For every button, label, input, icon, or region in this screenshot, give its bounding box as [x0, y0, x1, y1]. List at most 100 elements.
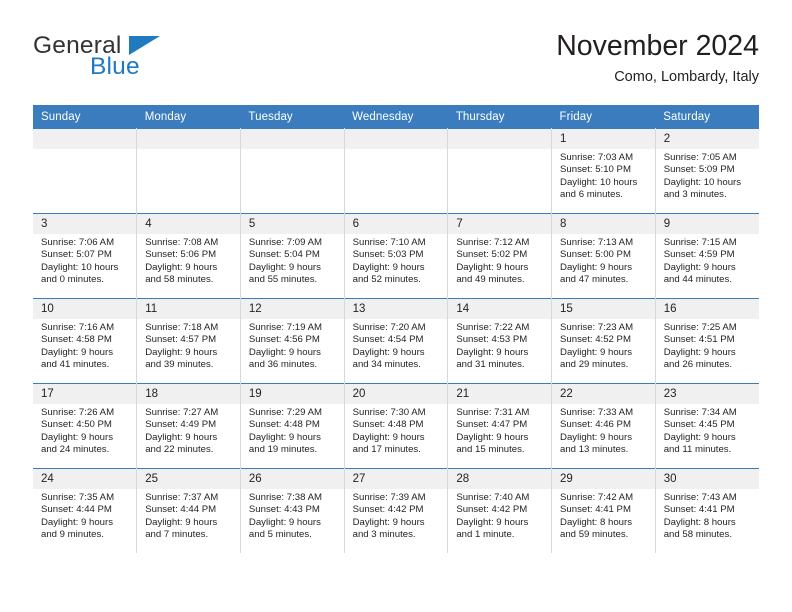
day-detail-line: and 1 minute.	[456, 528, 515, 540]
calendar-day-cell[interactable]: 1 Sunrise: 7:03 AM Sunset: 5:10 PM Daylight…	[551, 128, 656, 214]
calendar-day-cell[interactable]: 4 Sunrise: 7:08 AM Sunset: 5:06 PM Daylight…	[136, 213, 241, 299]
day-detail-line: Sunset: 4:48 PM	[248, 419, 320, 431]
day-details: Sunrise: 7:05 AM Sunset: 5:09 PM Daylight:…	[656, 149, 759, 201]
day-details: Sunrise: 7:25 AM Sunset: 4:51 PM Daylight:…	[656, 319, 759, 371]
day-detail-line: and 5 minutes.	[248, 528, 312, 540]
day-detail-line: Sunrise: 7:09 AM	[248, 237, 322, 248]
calendar-day-cell[interactable]: 17 Sunrise: 7:26 AM Sunset: 4:50 PM Dayligh…	[33, 383, 138, 469]
calendar-day-cell[interactable]: 22 Sunrise: 7:33 AM Sunset: 4:46 PM Dayligh…	[551, 383, 656, 469]
day-number	[137, 129, 240, 149]
calendar-day-cell[interactable]: 7 Sunrise: 7:12 AM Sunset: 5:02 PM Daylight…	[447, 213, 553, 299]
calendar-day-cell[interactable]: 14 Sunrise: 7:22 AM Sunset: 4:53 PM Dayligh…	[447, 298, 553, 384]
day-detail-line: and 24 minutes.	[41, 443, 110, 455]
day-detail-line: Daylight: 9 hours	[41, 431, 113, 443]
day-detail-line: and 55 minutes.	[248, 273, 318, 285]
general-blue-logo[interactable]: General Blue	[33, 32, 243, 88]
day-number: 26	[240, 469, 344, 489]
calendar-day-cell[interactable]: 20 Sunrise: 7:30 AM Sunset: 4:48 PM Dayligh…	[344, 383, 449, 469]
calendar-week-row: 3 Sunrise: 7:06 AM Sunset: 5:07 PM Daylight…	[33, 213, 759, 299]
calendar-day-cell[interactable]: 29 Sunrise: 7:42 AM Sunset: 4:41 PM Dayligh…	[551, 468, 656, 553]
calendar-day-cell[interactable]: 30 Sunrise: 7:43 AM Sunset: 4:41 PM Dayligh…	[655, 468, 759, 553]
weekday-header-friday: Friday	[551, 105, 656, 129]
calendar-day-cell[interactable]: 12 Sunrise: 7:19 AM Sunset: 4:56 PM Dayligh…	[240, 298, 345, 384]
calendar-day-cell[interactable]: 9 Sunrise: 7:15 AM Sunset: 4:59 PM Daylight…	[655, 213, 759, 299]
page-header: General Blue November 2024 Como, Lombard…	[33, 28, 759, 94]
calendar-day-cell[interactable]: 26 Sunrise: 7:38 AM Sunset: 4:43 PM Dayligh…	[240, 468, 345, 553]
day-details: Sunrise: 7:10 AM Sunset: 5:03 PM Daylight:…	[345, 234, 448, 286]
day-details	[137, 149, 240, 153]
day-detail-line: and 3 minutes.	[663, 188, 727, 200]
day-detail-line: Daylight: 8 hours	[560, 516, 633, 528]
day-detail-line: and 13 minutes.	[560, 443, 629, 455]
calendar-day-cell[interactable]: 28 Sunrise: 7:40 AM Sunset: 4:42 PM Dayligh…	[447, 468, 553, 553]
day-detail-line: Daylight: 9 hours	[41, 516, 113, 528]
day-detail-line: Sunset: 4:54 PM	[352, 334, 424, 346]
day-detail-line: Daylight: 9 hours	[145, 516, 218, 528]
day-detail-line: Sunset: 4:50 PM	[41, 419, 112, 431]
day-detail-line: Daylight: 9 hours	[145, 261, 218, 273]
day-details: Sunrise: 7:08 AM Sunset: 5:06 PM Daylight:…	[137, 234, 240, 286]
day-detail-line: Sunrise: 7:40 AM	[456, 492, 530, 503]
calendar-week-row: 1 Sunrise: 7:03 AM Sunset: 5:10 PM Daylight…	[33, 128, 759, 214]
day-number: 18	[137, 384, 240, 404]
day-detail-line: Daylight: 9 hours	[560, 346, 633, 358]
calendar-day-cell[interactable]: 21 Sunrise: 7:31 AM Sunset: 4:47 PM Dayligh…	[447, 383, 553, 469]
day-detail-line: Daylight: 10 hours	[560, 176, 638, 188]
calendar-day-cell[interactable]: 23 Sunrise: 7:34 AM Sunset: 4:45 PM Dayligh…	[655, 383, 759, 469]
day-detail-line: Sunrise: 7:16 AM	[41, 322, 115, 333]
day-number: 13	[344, 299, 448, 319]
day-number: 15	[552, 299, 655, 319]
day-detail-line: and 49 minutes.	[456, 273, 525, 285]
calendar-day-cell[interactable]: 2 Sunrise: 7:05 AM Sunset: 5:09 PM Daylight…	[655, 128, 759, 214]
calendar-day-cell[interactable]: 27 Sunrise: 7:39 AM Sunset: 4:42 PM Dayligh…	[344, 468, 449, 553]
logo-word-blue: Blue	[90, 53, 140, 80]
day-number: 28	[448, 469, 552, 489]
day-detail-line: Sunrise: 7:35 AM	[41, 492, 115, 503]
day-detail-line: Sunrise: 7:18 AM	[145, 322, 219, 333]
day-number	[344, 129, 448, 149]
day-detail-line: Daylight: 10 hours	[663, 176, 742, 188]
calendar-day-cell[interactable]: 6 Sunrise: 7:10 AM Sunset: 5:03 PM Daylight…	[344, 213, 449, 299]
page-subtitle: Como, Lombardy, Italy	[614, 69, 759, 85]
day-detail-line: Daylight: 9 hours	[456, 261, 529, 273]
day-detail-line: Sunrise: 7:31 AM	[456, 407, 530, 418]
day-details: Sunrise: 7:18 AM Sunset: 4:57 PM Daylight:…	[137, 319, 240, 371]
calendar-day-cell[interactable]: 25 Sunrise: 7:37 AM Sunset: 4:44 PM Dayligh…	[136, 468, 241, 553]
day-details: Sunrise: 7:33 AM Sunset: 4:46 PM Daylight:…	[552, 404, 655, 456]
day-details: Sunrise: 7:34 AM Sunset: 4:45 PM Daylight:…	[656, 404, 759, 456]
calendar-day-cell[interactable]: 8 Sunrise: 7:13 AM Sunset: 5:00 PM Daylight…	[551, 213, 656, 299]
page-title: November 2024	[556, 30, 759, 62]
day-detail-line: Sunset: 4:42 PM	[352, 504, 424, 516]
calendar-day-cell[interactable]: 5 Sunrise: 7:09 AM Sunset: 5:04 PM Daylight…	[240, 213, 345, 299]
calendar-day-cell[interactable]: 10 Sunrise: 7:16 AM Sunset: 4:58 PM Dayligh…	[33, 298, 138, 384]
day-detail-line: and 15 minutes.	[456, 443, 525, 455]
day-detail-line: Daylight: 9 hours	[663, 261, 736, 273]
day-number: 3	[33, 214, 137, 234]
day-number: 1	[552, 129, 655, 149]
calendar-day-cell[interactable]: 3 Sunrise: 7:06 AM Sunset: 5:07 PM Daylight…	[33, 213, 138, 299]
day-details: Sunrise: 7:22 AM Sunset: 4:53 PM Daylight:…	[448, 319, 551, 371]
calendar-day-cell[interactable]: 11 Sunrise: 7:18 AM Sunset: 4:57 PM Dayligh…	[136, 298, 241, 384]
day-detail-line: Sunrise: 7:30 AM	[352, 407, 426, 418]
calendar-day-cell[interactable]: 15 Sunrise: 7:23 AM Sunset: 4:52 PM Dayligh…	[551, 298, 656, 384]
day-detail-line: Daylight: 9 hours	[560, 431, 633, 443]
day-detail-line: Sunset: 4:41 PM	[560, 504, 631, 516]
day-detail-line: Sunset: 5:02 PM	[456, 249, 528, 261]
day-details	[345, 149, 448, 153]
calendar-day-cell[interactable]: 24 Sunrise: 7:35 AM Sunset: 4:44 PM Dayligh…	[33, 468, 138, 553]
day-detail-line: and 9 minutes.	[41, 528, 104, 540]
calendar-day-cell[interactable]: 13 Sunrise: 7:20 AM Sunset: 4:54 PM Dayligh…	[344, 298, 449, 384]
day-detail-line: and 26 minutes.	[663, 358, 732, 370]
day-number	[33, 129, 137, 149]
calendar-cell-empty	[33, 128, 138, 214]
calendar-day-cell[interactable]: 19 Sunrise: 7:29 AM Sunset: 4:48 PM Dayligh…	[240, 383, 345, 469]
calendar-table: Sunday Monday Tuesday Wednesday Thursday Frid…	[33, 105, 759, 553]
calendar-day-cell[interactable]: 16 Sunrise: 7:25 AM Sunset: 4:51 PM Dayligh…	[655, 298, 759, 384]
day-number: 17	[33, 384, 137, 404]
day-number: 19	[240, 384, 344, 404]
calendar-cell-empty	[344, 128, 449, 214]
weekday-header-thursday: Thursday	[447, 105, 552, 129]
calendar-day-cell[interactable]: 18 Sunrise: 7:27 AM Sunset: 4:49 PM Dayligh…	[136, 383, 241, 469]
day-detail-line: Daylight: 9 hours	[248, 516, 321, 528]
day-number	[240, 129, 344, 149]
